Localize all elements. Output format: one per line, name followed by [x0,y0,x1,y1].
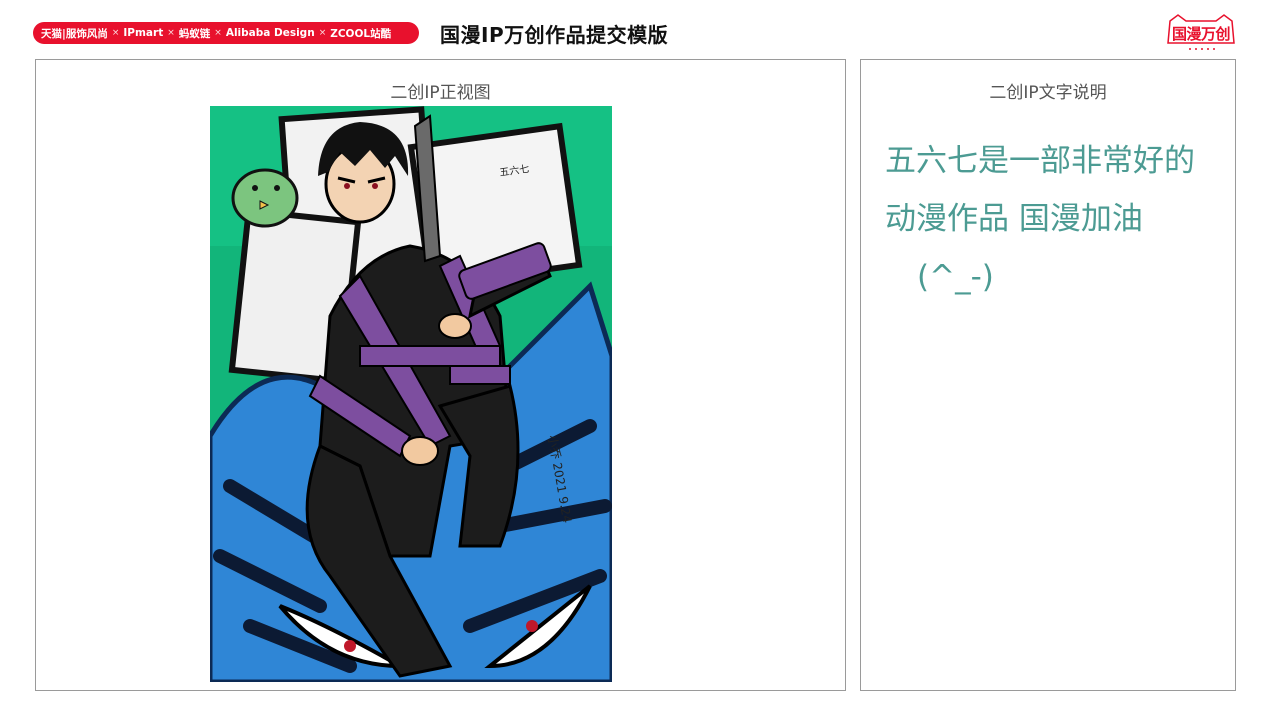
brand-separator: × [318,28,327,38]
description-text: 五六七是一部非常好的 动漫作品 国漫加油 (^_-) [885,132,1225,306]
guoman-wanchuang-logo: 国漫万创 [1164,13,1238,53]
partner-brand-bar: 天猫|服饰风尚 × IPmart × 蚂蚁链 × Alibaba Design … [33,22,419,44]
ninja-character-illustration: 五六七 小乔 2021 9.24 [210,106,612,682]
brand-separator: × [111,28,120,38]
brand-tmall: 天猫|服饰风尚 [41,27,108,40]
logo-text: 国漫万创 [1171,25,1231,43]
brand-zcool: ZCOOL站酷 [330,27,392,40]
text-description-panel: 二创IP文字说明 五六七是一部非常好的 动漫作品 国漫加油 (^_-) [860,59,1236,691]
brand-separator: × [167,28,175,38]
front-view-panel: 二创IP正视图 五六七 小乔 2021 9.24 [35,59,846,691]
brand-alibaba-design: Alibaba Design [225,27,315,39]
text-description-caption: 二创IP文字说明 [989,83,1107,103]
front-view-caption: 二创IP正视图 [390,83,491,103]
ip-artwork-image: 五六七 小乔 2021 9.24 [210,106,612,682]
brand-separator: × [214,28,222,38]
brand-antchain: 蚂蚁链 [178,27,211,40]
description-line: 五六七是一部非常好的 [885,143,1195,179]
description-emoticon: (^_-) [917,259,994,295]
page-title: 国漫IP万创作品提交模版 [440,23,669,47]
description-line: 动漫作品 国漫加油 [885,201,1143,237]
brand-ipmart: IPmart [123,27,164,39]
